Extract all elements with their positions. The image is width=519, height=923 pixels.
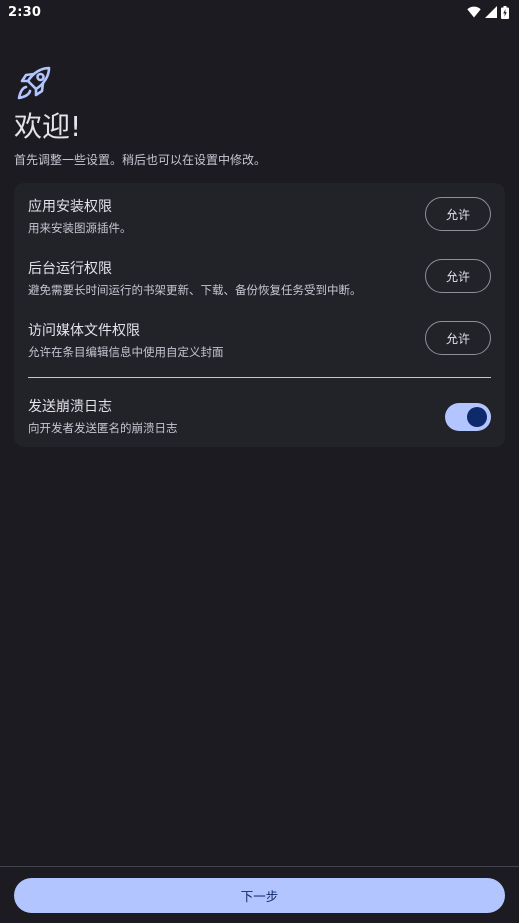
crash-log-row[interactable]: 发送崩溃日志 向开发者发送匿名的崩溃日志	[28, 397, 491, 445]
status-bar: 2:30	[0, 0, 519, 24]
crash-log-title: 发送崩溃日志	[28, 399, 112, 415]
settings-card: 应用安装权限 用来安装图源插件。 允许 后台运行权限 避免需要长时间运行的书架更…	[14, 183, 505, 447]
page-subtitle: 首先调整一些设置。稍后也可以在设置中修改。	[14, 153, 267, 167]
next-button[interactable]: 下一步	[14, 878, 505, 913]
allow-media-button[interactable]: 允许	[425, 321, 491, 355]
status-time: 2:30	[8, 4, 42, 20]
crash-log-toggle[interactable]	[445, 403, 491, 431]
permission-title: 后台运行权限	[28, 261, 112, 277]
permission-title: 应用安装权限	[28, 199, 112, 215]
permission-description: 避免需要长时间运行的书架更新、下载、备份恢复任务受到中断。	[28, 283, 362, 297]
page-title: 欢迎!	[14, 110, 82, 143]
permission-description: 允许在条目编辑信息中使用自定义封面	[28, 345, 224, 359]
permission-row-media: 访问媒体文件权限 允许在条目编辑信息中使用自定义封面 允许	[28, 321, 491, 369]
card-divider	[28, 377, 491, 378]
toggle-thumb	[467, 407, 487, 427]
allow-install-button[interactable]: 允许	[425, 197, 491, 231]
bottom-divider	[0, 866, 519, 867]
permission-row-background: 后台运行权限 避免需要长时间运行的书架更新、下载、备份恢复任务受到中断。 允许	[28, 259, 491, 307]
battery-charging-icon	[501, 5, 509, 19]
status-icons	[467, 5, 509, 19]
permission-description: 用来安装图源插件。	[28, 221, 132, 235]
onboarding-screen: 2:30 欢迎! 首先调整一些设置。稍后也可以在设置中修改。 应用安装权限 用来…	[0, 0, 519, 923]
crash-log-description: 向开发者发送匿名的崩溃日志	[28, 421, 178, 435]
allow-background-button[interactable]: 允许	[425, 259, 491, 293]
permission-title: 访问媒体文件权限	[28, 323, 140, 339]
permission-row-install: 应用安装权限 用来安装图源插件。 允许	[28, 197, 491, 245]
rocket-icon	[15, 65, 53, 103]
signal-icon	[485, 6, 497, 18]
wifi-icon	[467, 6, 481, 18]
